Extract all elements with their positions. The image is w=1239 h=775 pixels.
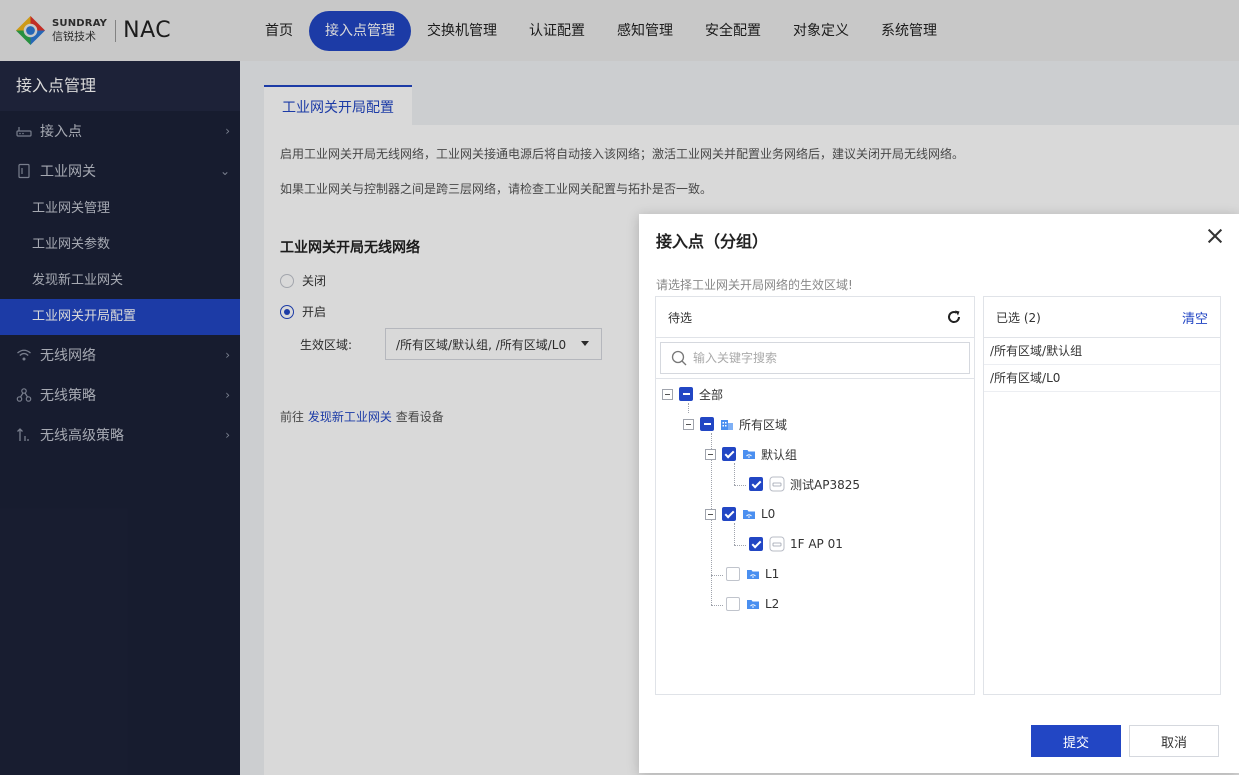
folder-icon: [743, 450, 755, 459]
selected-item[interactable]: /所有区域/L0: [984, 365, 1220, 392]
collapse-icon[interactable]: [662, 388, 673, 400]
collapse-icon[interactable]: [705, 448, 716, 460]
available-panel-title: 待选: [668, 310, 693, 325]
tree-node-label: 1F AP 01: [790, 537, 843, 551]
select-area-dialog: 接入点（分组） 请选择工业网关开局网络的生效区域! 待选 输入关键字搜索 全部 …: [639, 214, 1239, 773]
tree-connector: [734, 523, 735, 545]
tree-checkbox[interactable]: [749, 477, 763, 491]
tree-node-label: L2: [765, 597, 780, 611]
tree-node-label: 默认组: [761, 447, 798, 462]
selected-panel-header: 已选 (2) 清空: [984, 297, 1220, 338]
tree-node-label: 测试AP3825: [790, 477, 860, 492]
tree-node-all[interactable]: 全部: [662, 383, 723, 405]
tree-node-label: L1: [765, 567, 780, 581]
selected-item[interactable]: /所有区域/默认组: [984, 338, 1220, 365]
tree-node-ap-test[interactable]: 测试AP3825: [749, 473, 860, 495]
tree-connector: [734, 485, 746, 486]
tree-node-default-group[interactable]: 默认组: [705, 443, 797, 465]
tree-connector: [711, 605, 723, 606]
collapse-icon[interactable]: [683, 418, 694, 430]
tree-checkbox[interactable]: [679, 387, 693, 401]
available-panel-header: 待选: [656, 297, 974, 338]
tree-node-label: L0: [761, 507, 776, 521]
tree-connector: [734, 545, 746, 546]
search-box[interactable]: [660, 342, 970, 374]
tree-checkbox[interactable]: [722, 507, 736, 521]
ap-device-icon: [769, 536, 785, 552]
tree-node-ap-1f[interactable]: 1F AP 01: [749, 533, 843, 555]
tree-connector: [711, 575, 723, 576]
tree-connector: [734, 463, 735, 485]
dialog-title: 接入点（分组）: [656, 232, 769, 251]
submit-button[interactable]: 提交: [1031, 725, 1121, 757]
tree-node-label: 全部: [699, 387, 724, 402]
folder-icon: [747, 600, 759, 609]
tree-checkbox[interactable]: [726, 567, 740, 581]
selected-panel: 已选 (2) 清空 /所有区域/默认组 /所有区域/L0: [983, 296, 1221, 695]
folder-icon: [747, 570, 759, 579]
tree-node-l1[interactable]: L1: [726, 563, 779, 585]
tree-checkbox[interactable]: [722, 447, 736, 461]
tree-checkbox[interactable]: [726, 597, 740, 611]
tree-node-all-areas[interactable]: 所有区域: [683, 413, 787, 435]
building-icon: [721, 420, 733, 430]
refresh-icon[interactable]: [946, 309, 962, 325]
collapse-icon[interactable]: [705, 508, 716, 520]
cancel-button[interactable]: 取消: [1129, 725, 1219, 757]
tree-node-label: 所有区域: [739, 417, 788, 432]
available-panel: 待选 输入关键字搜索 全部 所有区域 默认组 测试AP3825 L0 1F AP…: [655, 296, 975, 695]
tree-checkbox[interactable]: [700, 417, 714, 431]
area-tree: 全部 所有区域 默认组 测试AP3825 L0 1F AP 01 L1 L2: [656, 379, 974, 689]
close-icon[interactable]: [1205, 226, 1225, 246]
selected-panel-title: 已选 (2): [996, 310, 1041, 325]
search-icon: [671, 350, 687, 366]
tree-node-l2[interactable]: L2: [726, 593, 779, 615]
clear-button[interactable]: 清空: [1182, 308, 1208, 327]
folder-icon: [743, 510, 755, 519]
dialog-hint: 请选择工业网关开局网络的生效区域!: [656, 278, 853, 292]
ap-device-icon: [769, 476, 785, 492]
tree-checkbox[interactable]: [749, 537, 763, 551]
search-input[interactable]: [693, 351, 953, 365]
tree-node-l0[interactable]: L0: [705, 503, 775, 525]
